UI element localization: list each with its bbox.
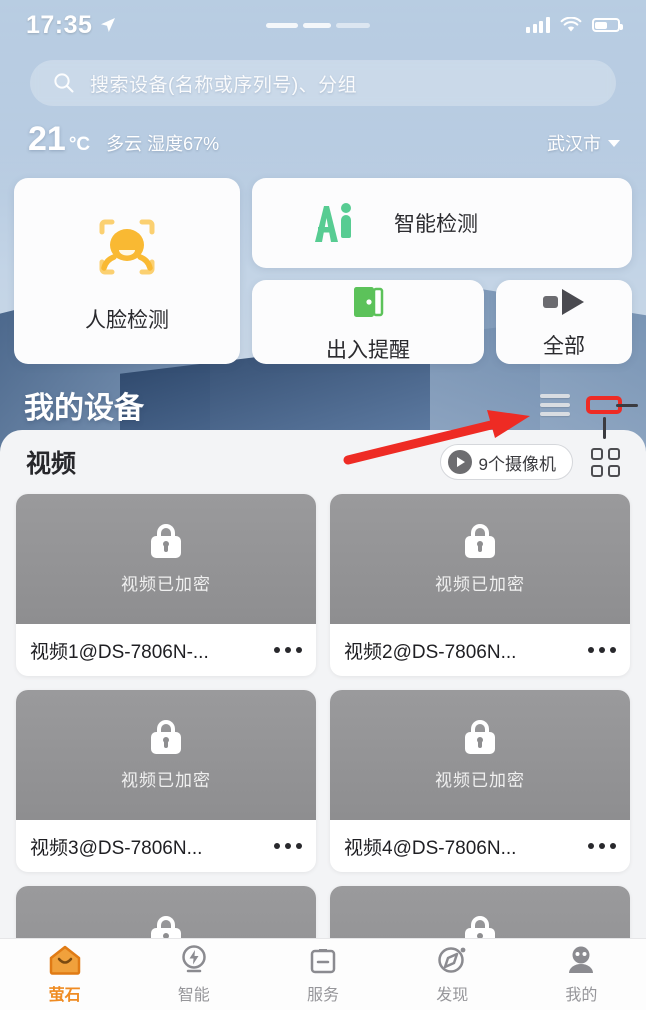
feature-label-door-alert: 出入提醒 (326, 339, 410, 362)
face-scan-icon (99, 219, 155, 275)
device-thumbnail[interactable]: 视频已加密 (330, 690, 630, 820)
battery-icon (591, 18, 623, 32)
feature-card-face-detection[interactable]: 人脸检测 (14, 178, 240, 364)
device-card[interactable]: 视频已加密 视频1@DS-7806N-... (16, 494, 316, 676)
weather-description: 多云 湿度67% (106, 134, 220, 154)
tab-label-profile: 我的 (565, 987, 598, 1004)
feature-card-all[interactable]: 全部 (496, 280, 632, 364)
tab-profile[interactable]: 我的 (517, 939, 646, 1010)
device-footer: 视频4@DS-7806N... (330, 820, 630, 872)
device-footer: 视频3@DS-7806N... (16, 820, 316, 872)
search-input[interactable]: 搜索设备(名称或序列号)、分组 (30, 60, 616, 106)
device-name: 视频1@DS-7806N-... (30, 641, 209, 663)
device-sheet: 视频 9个摄像机 视频已加密 视频1@DS-7806N-... 视频已加密 视频… (0, 430, 646, 950)
tab-home[interactable]: 萤石 (0, 939, 129, 1010)
device-sheet-header: 视频 9个摄像机 (0, 430, 646, 494)
signal-bars-icon (526, 17, 550, 33)
door-icon (354, 287, 384, 317)
more-dots-icon[interactable] (264, 843, 302, 849)
feature-label-all: 全部 (543, 335, 585, 358)
hamburger-menu-icon[interactable] (540, 394, 570, 416)
more-dots-icon[interactable] (578, 843, 616, 849)
device-footer: 视频2@DS-7806N... (330, 624, 630, 676)
weather-city-selector[interactable]: 武汉市 (547, 130, 620, 156)
play-circle-icon (447, 450, 472, 474)
encrypted-label: 视频已加密 (121, 574, 211, 594)
weather-temperature: 21 (28, 120, 66, 158)
weather-city-label: 武汉市 (547, 134, 601, 154)
wifi-icon (560, 17, 582, 32)
notch-indicator (266, 22, 376, 29)
tab-label-discover: 发现 (436, 987, 469, 1004)
search-icon (54, 73, 74, 93)
chevron-down-icon (608, 139, 620, 147)
profile-icon (569, 946, 594, 973)
my-devices-header: 我的设备 (0, 374, 646, 436)
service-icon (310, 949, 336, 974)
device-footer: 视频1@DS-7806N-... (16, 624, 316, 676)
app-screen: 17:35 搜索设备(名称或序列号)、分组 21 °C 多云 湿度67% 武汉市… (0, 0, 646, 1010)
lock-icon (151, 719, 181, 754)
device-grid: 视频已加密 视频1@DS-7806N-... 视频已加密 视频2@DS-7806… (0, 494, 646, 950)
encrypted-label: 视频已加密 (121, 770, 211, 790)
status-bar: 17:35 (0, 0, 646, 50)
device-card[interactable]: 视频已加密 视频4@DS-7806N... (330, 690, 630, 872)
home-icon (49, 945, 80, 975)
feature-label-ai-detection: 智能检测 (394, 213, 478, 236)
page-title: 我的设备 (24, 392, 144, 425)
feature-card-door-alert[interactable]: 出入提醒 (252, 280, 484, 364)
tab-smart[interactable]: 智能 (129, 939, 258, 1010)
grid-layout-icon[interactable] (591, 447, 620, 477)
camera-count-label: 9个摄像机 (478, 454, 556, 474)
tab-service[interactable]: 服务 (258, 939, 387, 1010)
section-title-video: 视频 (26, 450, 77, 478)
encrypted-label: 视频已加密 (435, 574, 525, 594)
tab-label-smart: 智能 (177, 987, 210, 1004)
lock-icon (151, 523, 181, 558)
more-dots-icon[interactable] (578, 647, 616, 653)
feature-card-ai-detection[interactable]: 智能检测 (252, 178, 632, 268)
search-placeholder: 搜索设备(名称或序列号)、分组 (90, 74, 358, 96)
encrypted-label: 视频已加密 (435, 770, 525, 790)
feature-cards: 人脸检测 智能检测 出入提醒 全部 (14, 178, 632, 364)
play-all-icon (543, 289, 584, 315)
tab-label-service: 服务 (307, 987, 340, 1004)
device-name: 视频2@DS-7806N... (344, 641, 517, 663)
device-thumbnail[interactable]: 视频已加密 (330, 494, 630, 624)
device-card[interactable]: 视频已加密 视频2@DS-7806N... (330, 494, 630, 676)
location-arrow-icon (101, 18, 116, 32)
ai-person-icon (315, 203, 351, 242)
add-device-highlight (586, 396, 622, 414)
flash-icon (182, 945, 206, 973)
discover-icon (438, 947, 466, 973)
tab-discover[interactable]: 发现 (388, 939, 517, 1010)
device-name: 视频3@DS-7806N... (30, 837, 203, 859)
device-card[interactable]: 视频已加密 视频3@DS-7806N... (16, 690, 316, 872)
bottom-tab-bar: 萤石 智能 服务 发现 我的 (0, 938, 646, 1010)
status-bar-time: 17:35 (26, 10, 93, 39)
lock-icon (465, 523, 495, 558)
weather-row[interactable]: 21 °C 多云 湿度67% 武汉市 (28, 120, 620, 162)
lock-icon (465, 719, 495, 754)
feature-label-face-detection: 人脸检测 (85, 309, 169, 332)
device-name: 视频4@DS-7806N... (344, 837, 517, 859)
device-thumbnail[interactable]: 视频已加密 (16, 494, 316, 624)
device-thumbnail[interactable]: 视频已加密 (16, 690, 316, 820)
weather-unit: °C (68, 134, 91, 155)
more-dots-icon[interactable] (264, 647, 302, 653)
camera-count-pill[interactable]: 9个摄像机 (439, 444, 573, 480)
tab-label-home: 萤石 (48, 987, 81, 1004)
